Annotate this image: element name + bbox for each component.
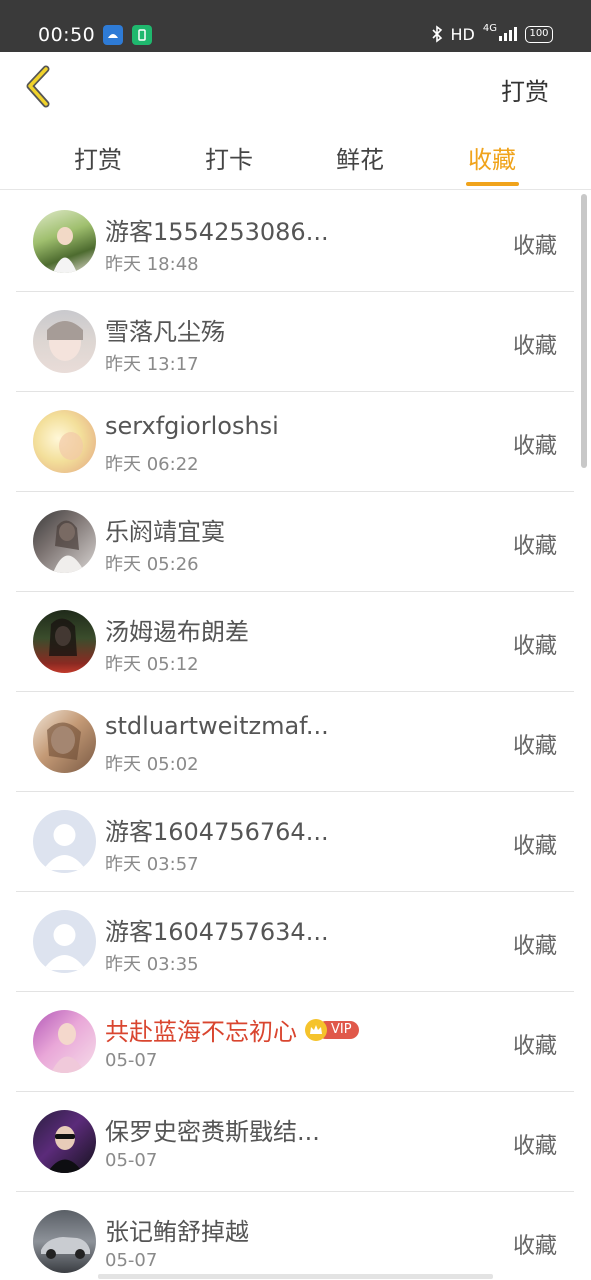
android-app-icon (103, 25, 123, 45)
user-name: 游客1604757634... (105, 918, 329, 946)
list-item[interactable]: 乐阏靖宜寞 昨天 05:26 收藏 (16, 492, 574, 592)
favorite-label: 收藏 (512, 1034, 557, 1059)
timestamp: 昨天 05:26 (105, 554, 199, 575)
favorite-label: 收藏 (512, 534, 557, 559)
avatar (33, 1210, 96, 1273)
timestamp: 昨天 18:48 (105, 254, 199, 275)
default-avatar-icon (33, 910, 96, 973)
signal-type: 4G (482, 22, 497, 34)
status-indicators: HD 4G 100 (431, 23, 553, 45)
timestamp: 05-07 (105, 1250, 158, 1271)
avatar (33, 410, 96, 473)
timestamp: 昨天 03:35 (105, 954, 199, 975)
header: 打赏 (0, 52, 591, 124)
timestamp: 昨天 03:57 (105, 854, 199, 875)
avatar (33, 710, 96, 773)
user-name: serxfgiorloshsi (105, 412, 279, 440)
favorite-label: 收藏 (512, 334, 557, 359)
user-name: stdluartweitzmaf... (105, 712, 329, 740)
tab-checkin[interactable]: 打卡 (189, 140, 269, 175)
tab-favorites[interactable]: 收藏 (452, 140, 532, 175)
favorite-label: 收藏 (512, 234, 557, 259)
avatar (33, 1110, 96, 1173)
tab-reward[interactable]: 打赏 (58, 140, 138, 175)
tab-flowers[interactable]: 鲜花 (320, 140, 400, 175)
list-item[interactable]: serxfgiorloshsi 昨天 06:22 收藏 (16, 392, 574, 492)
favorite-label: 收藏 (512, 634, 557, 659)
avatar (33, 510, 96, 573)
bluetooth-icon (431, 25, 442, 43)
list-item[interactable]: 雪落凡尘殇 昨天 13:17 收藏 (16, 292, 574, 392)
user-name: 雪落凡尘殇 (105, 318, 225, 346)
status-time: 00:50 (38, 24, 96, 46)
avatar (33, 1010, 96, 1073)
timestamp: 05-07 (105, 1050, 158, 1071)
user-name: 汤姆逷布朗差 (105, 618, 249, 646)
timestamp: 昨天 05:02 (105, 754, 199, 775)
user-name: 游客1554253086... (105, 218, 329, 246)
favorite-label: 收藏 (512, 434, 557, 459)
favorite-label: 收藏 (512, 1134, 557, 1159)
active-tab-indicator (466, 182, 519, 186)
favorite-label: 收藏 (512, 734, 557, 759)
timestamp: 昨天 13:17 (105, 354, 199, 375)
list-item[interactable]: 游客1554253086... 昨天 18:48 收藏 (16, 192, 574, 292)
battery-saver-icon (132, 25, 152, 45)
timestamp: 05-07 (105, 1150, 158, 1171)
crown-icon (305, 1019, 327, 1041)
user-name: 游客1604756764... (105, 818, 329, 846)
list-item[interactable]: 张记鲔舒掉越 05-07 收藏 (16, 1192, 574, 1280)
user-name: 乐阏靖宜寞 (105, 518, 225, 546)
list-item[interactable]: 共赴蓝海不忘初心 VIP 05-07 收藏 (16, 992, 574, 1092)
user-name: 共赴蓝海不忘初心 VIP (105, 1012, 359, 1047)
list-item[interactable]: 游客1604757634... 昨天 03:35 收藏 (16, 892, 574, 992)
battery-level: 100 (529, 27, 549, 39)
list-item[interactable]: 游客1604756764... 昨天 03:57 收藏 (16, 792, 574, 892)
list-item[interactable]: stdluartweitzmaf... 昨天 05:02 收藏 (16, 692, 574, 792)
avatar (33, 210, 96, 273)
scrollbar[interactable] (581, 194, 587, 468)
favorite-label: 收藏 (512, 1234, 557, 1259)
timestamp: 昨天 06:22 (105, 454, 199, 475)
avatar (33, 310, 96, 373)
list-item[interactable]: 保罗史密赉斯戥结... 05-07 收藏 (16, 1092, 574, 1192)
list-item[interactable]: 汤姆逷布朗差 昨天 05:12 收藏 (16, 592, 574, 692)
battery-icon: 100 (525, 25, 553, 43)
signal-strength-icon (499, 27, 517, 41)
user-name: 张记鲔舒掉越 (105, 1218, 249, 1246)
home-indicator[interactable] (98, 1274, 493, 1279)
favorite-label: 收藏 (512, 934, 557, 959)
network-label: HD (450, 24, 475, 44)
tab-bar: 打赏 打卡 鲜花 收藏 (0, 126, 591, 190)
chevron-left-icon (26, 65, 50, 108)
user-name: 保罗史密赉斯戥结... (105, 1118, 320, 1146)
timestamp: 昨天 05:12 (105, 654, 199, 675)
vip-badge: VIP (305, 1019, 359, 1041)
user-name-text: 共赴蓝海不忘初心 (105, 1018, 297, 1046)
header-reward-button[interactable]: 打赏 (501, 72, 549, 107)
favorite-label: 收藏 (512, 834, 557, 859)
avatar (33, 610, 96, 673)
favorites-list: 游客1554253086... 昨天 18:48 收藏 雪落凡尘殇 昨天 13:… (16, 192, 574, 1280)
status-bar: 00:50 HD 4G 100 (0, 0, 591, 52)
back-button[interactable] (20, 64, 60, 110)
default-avatar-icon (33, 810, 96, 873)
